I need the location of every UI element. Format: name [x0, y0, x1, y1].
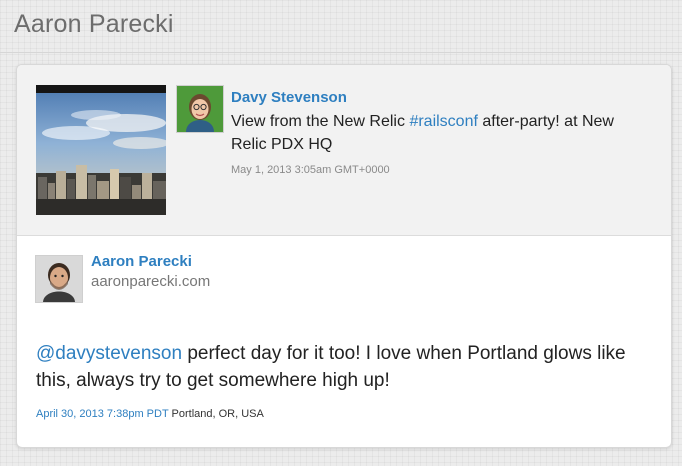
- title-divider: [0, 52, 682, 53]
- hashtag-link[interactable]: #railsconf: [409, 113, 477, 130]
- reply-location: Portland, OR, USA: [171, 408, 264, 420]
- reply-text: @davystevenson perfect day for it too! I…: [36, 340, 656, 394]
- reply-meta: April 30, 2013 7:38pm PDT Portland, OR, …: [36, 408, 264, 420]
- davy-avatar[interactable]: [176, 85, 224, 133]
- page-title: Aaron Parecki: [14, 10, 174, 38]
- quoted-author-name[interactable]: Davy Stevenson: [231, 89, 347, 106]
- mention-link[interactable]: @davystevenson: [36, 343, 182, 364]
- city-skyline-photo[interactable]: [36, 85, 166, 215]
- reply-author-name[interactable]: Aaron Parecki: [91, 253, 192, 270]
- quoted-post-date[interactable]: May 1, 2013 3:05am GMT+0000: [231, 164, 390, 176]
- reply-author-url[interactable]: aaronparecki.com: [91, 273, 210, 290]
- aaron-avatar[interactable]: [35, 255, 83, 303]
- post-card: Davy Stevenson View from the New Relic #…: [16, 64, 672, 448]
- quoted-text-start: View from the New Relic: [231, 113, 410, 130]
- quoted-post: Davy Stevenson View from the New Relic #…: [17, 65, 671, 236]
- quoted-post-text: View from the New Relic #railsconf after…: [231, 110, 651, 156]
- reply-date-link[interactable]: April 30, 2013 7:38pm PDT: [36, 408, 168, 420]
